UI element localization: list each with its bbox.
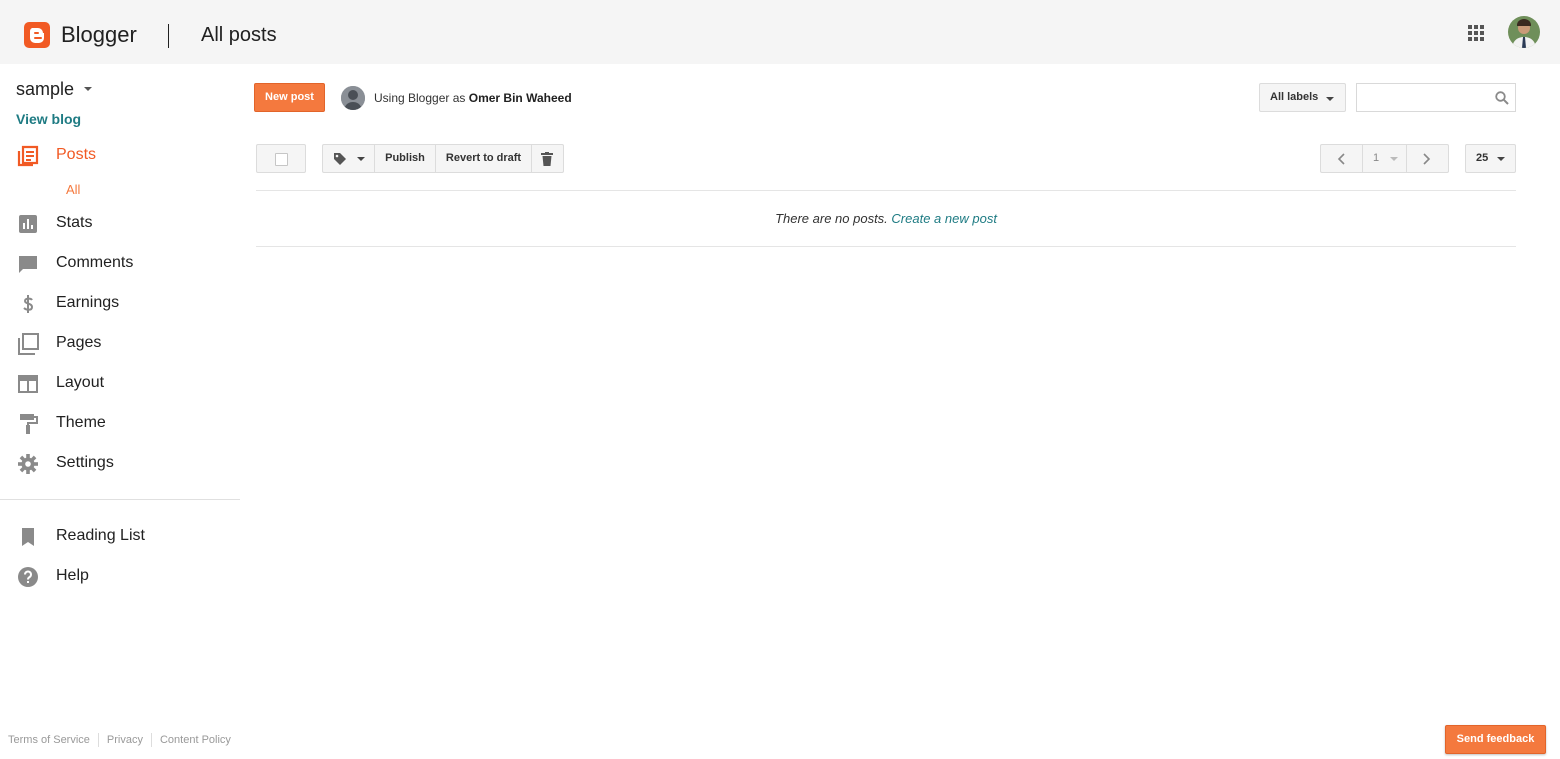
prev-page-button[interactable] [1321, 145, 1363, 172]
using-blogger-as: Using Blogger as Omer Bin Waheed [374, 91, 572, 105]
chevron-down-icon [1497, 157, 1505, 161]
chevron-down-icon[interactable] [84, 87, 92, 91]
posts-icon [17, 145, 39, 167]
sidebar-item-label: Help [56, 567, 89, 584]
account-avatar[interactable] [1508, 16, 1540, 48]
comments-icon [19, 256, 37, 273]
pages-icon [18, 333, 39, 355]
content-policy-link[interactable]: Content Policy [160, 733, 231, 747]
footer-separator [97, 733, 99, 748]
privacy-link[interactable]: Privacy [107, 733, 143, 747]
sidebar-item-label: Earnings [56, 294, 120, 311]
blog-selector[interactable]: sample [16, 78, 74, 100]
next-page-button[interactable] [1407, 145, 1448, 172]
sidebar-item-label: Posts [56, 146, 97, 163]
tag-icon [334, 153, 346, 165]
labels-filter-dropdown[interactable]: All labels [1259, 83, 1346, 112]
terms-link[interactable]: Terms of Service [8, 733, 90, 747]
new-post-button[interactable]: New post [254, 83, 325, 112]
sidebar-item-earnings[interactable]: Earnings [0, 283, 240, 323]
user-avatar [341, 86, 365, 110]
sidebar-item-label: Theme [56, 414, 106, 431]
paint-roller-icon [20, 414, 38, 434]
sidebar-item-help[interactable]: Help [0, 556, 240, 596]
sidebar-divider [0, 499, 240, 500]
sidebar-item-comments[interactable]: Comments [0, 243, 240, 283]
sidebar-subitem-all[interactable]: All [66, 182, 80, 198]
bookmark-icon [22, 528, 34, 546]
sidebar-item-label: Reading List [56, 527, 145, 544]
send-feedback-button[interactable]: Send feedback [1445, 725, 1546, 754]
page-number-dropdown[interactable]: 1 [1363, 145, 1407, 172]
sidebar-item-theme[interactable]: Theme [0, 403, 240, 443]
sidebar-item-label: Layout [56, 374, 105, 391]
sidebar-item-settings[interactable]: Settings [0, 443, 240, 483]
list-bottom-divider [256, 246, 1516, 247]
search-input[interactable] [1356, 83, 1516, 112]
chevron-right-icon [1423, 153, 1431, 165]
labels-filter-label: All labels [1270, 91, 1319, 103]
pagination: 1 [1320, 144, 1449, 173]
user-name: Omer Bin Waheed [468, 91, 572, 105]
sidebar-item-label: Stats [56, 214, 93, 231]
empty-state-message: There are no posts. Create a new post [256, 211, 1516, 227]
per-page-dropdown[interactable]: 25 [1465, 144, 1516, 173]
app-header: Blogger All posts [0, 0, 1560, 64]
revert-to-draft-button[interactable]: Revert to draft [436, 145, 532, 172]
gear-icon [18, 454, 38, 474]
delete-button[interactable] [532, 145, 563, 172]
blogger-logo-icon[interactable] [24, 22, 50, 48]
trash-icon [541, 152, 553, 166]
chevron-down-icon [1326, 97, 1334, 101]
layout-icon [18, 375, 38, 393]
sidebar-item-pages[interactable]: Pages [0, 323, 240, 363]
sidebar-item-label: Pages [56, 334, 102, 351]
footer-links: Terms of Service Privacy Content Policy [8, 733, 231, 748]
brand-name[interactable]: Blogger [61, 22, 137, 48]
help-icon [18, 567, 38, 587]
publish-button[interactable]: Publish [375, 145, 436, 172]
label-dropdown-button[interactable] [323, 145, 375, 172]
select-all-checkbox[interactable] [256, 144, 306, 173]
sidebar-item-label: Comments [56, 254, 134, 271]
page-number: 1 [1373, 152, 1380, 164]
view-blog-link[interactable]: View blog [16, 110, 81, 128]
chevron-down-icon [357, 157, 365, 161]
sidebar-item-stats[interactable]: Stats [0, 203, 240, 243]
apps-grid-icon[interactable] [1468, 25, 1484, 41]
checkbox[interactable] [275, 153, 288, 166]
page-title: All posts [201, 24, 277, 46]
search-icon[interactable] [1495, 91, 1509, 105]
chevron-left-icon [1337, 153, 1345, 165]
chevron-down-icon [1390, 157, 1398, 161]
dollar-icon [23, 295, 34, 313]
sidebar-item-reading-list[interactable]: Reading List [0, 516, 240, 556]
footer-separator [150, 733, 152, 748]
create-new-post-link[interactable]: Create a new post [891, 211, 997, 226]
using-prefix: Using Blogger as [374, 91, 466, 105]
stats-icon [19, 215, 37, 233]
header-divider [168, 24, 169, 48]
per-page-value: 25 [1476, 152, 1489, 164]
no-posts-text: There are no posts. [775, 211, 888, 226]
list-top-divider [256, 190, 1516, 191]
sidebar-item-posts[interactable]: Posts [0, 135, 240, 175]
post-actions-toolbar: Publish Revert to draft [322, 144, 564, 173]
sidebar-item-layout[interactable]: Layout [0, 363, 240, 403]
sidebar-item-label: Settings [56, 454, 114, 471]
